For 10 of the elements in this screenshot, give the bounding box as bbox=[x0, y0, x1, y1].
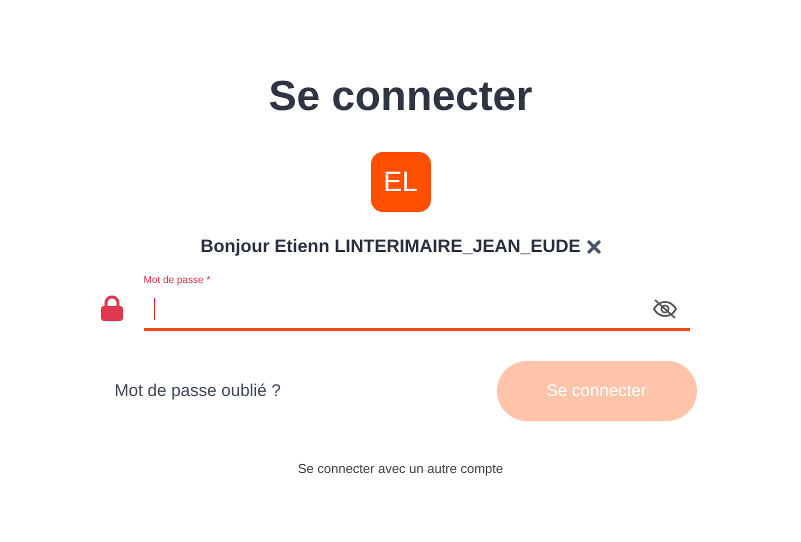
password-field[interactable]: Mot de passe * bbox=[144, 275, 690, 331]
close-icon[interactable] bbox=[586, 240, 601, 254]
forgot-password-link[interactable]: Mot de passe oublié ? bbox=[114, 381, 281, 401]
avatar: EL bbox=[370, 152, 430, 212]
greeting-text: Bonjour Etienn LINTERIMAIRE_JEAN_EUDE bbox=[200, 236, 581, 257]
page-title: Se connecter bbox=[268, 71, 532, 121]
eye-slash-icon[interactable] bbox=[652, 299, 678, 319]
other-account-link[interactable]: Se connecter avec un autre compte bbox=[298, 461, 504, 476]
field-label: Mot de passe * bbox=[144, 275, 212, 286]
lock-icon bbox=[100, 295, 124, 321]
